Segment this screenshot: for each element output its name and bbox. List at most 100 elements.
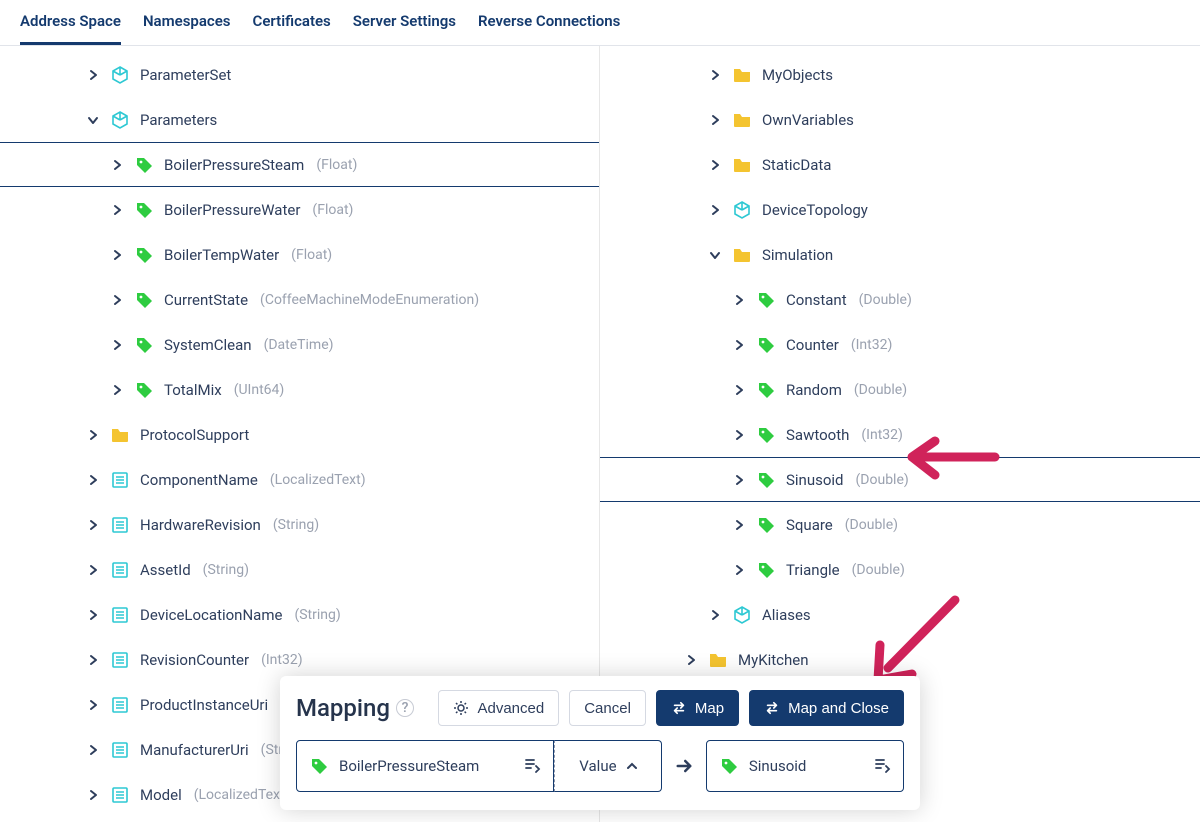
chevron-right-icon[interactable] <box>732 474 746 486</box>
node-name: BoilerPressureWater <box>164 201 300 219</box>
folder-icon <box>110 425 130 445</box>
chevron-right-icon[interactable] <box>86 789 100 801</box>
chevron-down-icon[interactable] <box>708 249 722 261</box>
tree-row[interactable]: TotalMix (UInt64) <box>0 367 599 412</box>
tree-row[interactable]: SystemClean (DateTime) <box>0 322 599 367</box>
edit-icon[interactable] <box>523 755 541 777</box>
tree-row[interactable]: StaticData <box>600 142 1200 187</box>
tree-row[interactable]: ParameterSet <box>0 52 599 97</box>
node-name: DeviceLocationName <box>140 606 282 624</box>
tree-row[interactable]: BoilerTempWater (Float) <box>0 232 599 277</box>
folder-icon <box>708 650 728 670</box>
tree-row[interactable]: DeviceLocationName (String) <box>0 592 599 637</box>
edit-icon[interactable] <box>873 755 891 777</box>
node-type: (String) <box>203 562 249 578</box>
node-type: (CoffeeMachineModeEnumeration) <box>260 292 479 308</box>
cube-icon <box>110 65 130 85</box>
tree-row[interactable]: Sinusoid (Double) <box>600 457 1200 502</box>
tree-row[interactable]: CurrentState (CoffeeMachineModeEnumerati… <box>0 277 599 322</box>
tree-row[interactable]: BoilerPressureSteam (Float) <box>0 142 599 187</box>
tree-row[interactable]: ProtocolSupport <box>0 412 599 457</box>
tree-row[interactable]: Aliases <box>600 592 1200 637</box>
chevron-right-icon[interactable] <box>732 384 746 396</box>
node-name: RevisionCounter <box>140 651 249 669</box>
tab-certificates[interactable]: Certificates <box>253 0 331 45</box>
tree-row[interactable]: Triangle (Double) <box>600 547 1200 592</box>
tree-row[interactable]: Simulation <box>600 232 1200 277</box>
tab-reverse-connections[interactable]: Reverse Connections <box>478 0 620 45</box>
chevron-right-icon[interactable] <box>86 744 100 756</box>
tree-row[interactable]: Sawtooth (Int32) <box>600 412 1200 457</box>
tab-namespaces[interactable]: Namespaces <box>143 0 231 45</box>
chevron-right-icon[interactable] <box>86 429 100 441</box>
chevron-right-icon[interactable] <box>708 204 722 216</box>
node-name: OwnVariables <box>762 111 854 129</box>
map-button[interactable]: Map <box>656 690 739 726</box>
arrow-icon <box>662 756 706 776</box>
tree-row[interactable]: ComponentName (LocalizedText) <box>0 457 599 502</box>
tree-row[interactable]: Constant (Double) <box>600 277 1200 322</box>
tree-row[interactable]: BoilerPressureWater (Float) <box>0 187 599 232</box>
node-type: (Double) <box>859 292 912 308</box>
mapping-source-chip[interactable]: BoilerPressureSteam <box>296 740 554 792</box>
node-name: SystemClean <box>164 336 252 354</box>
node-name: MyKitchen <box>738 651 809 669</box>
chevron-right-icon[interactable] <box>86 69 100 81</box>
node-type: (String) <box>273 517 319 533</box>
chevron-right-icon[interactable] <box>86 564 100 576</box>
var-icon <box>110 650 130 670</box>
chevron-right-icon[interactable] <box>86 654 100 666</box>
tree-row[interactable]: AssetId (String) <box>0 547 599 592</box>
tree-row[interactable]: OwnVariables <box>600 97 1200 142</box>
chevron-right-icon[interactable] <box>732 519 746 531</box>
chevron-right-icon[interactable] <box>732 429 746 441</box>
chevron-right-icon[interactable] <box>732 564 746 576</box>
tree-row[interactable]: Square (Double) <box>600 502 1200 547</box>
tag-icon <box>134 290 154 310</box>
node-name: MyObjects <box>762 66 833 84</box>
tabs-bar: Address Space Namespaces Certificates Se… <box>0 0 1200 46</box>
tree-row[interactable]: Random (Double) <box>600 367 1200 412</box>
mapping-value-select[interactable]: Value <box>554 740 663 792</box>
tag-icon <box>756 470 776 490</box>
tag-icon <box>756 560 776 580</box>
node-name: BoilerPressureSteam <box>164 156 304 174</box>
chevron-down-icon[interactable] <box>86 114 100 126</box>
help-icon[interactable]: ? <box>396 699 414 717</box>
chevron-right-icon[interactable] <box>708 159 722 171</box>
chevron-right-icon[interactable] <box>110 204 124 216</box>
tab-address-space[interactable]: Address Space <box>20 0 121 45</box>
tree-row[interactable]: HardwareRevision (String) <box>0 502 599 547</box>
chevron-right-icon[interactable] <box>684 654 698 666</box>
tree-row[interactable]: Counter (Int32) <box>600 322 1200 367</box>
chevron-right-icon[interactable] <box>708 69 722 81</box>
chevron-right-icon[interactable] <box>110 159 124 171</box>
chevron-right-icon[interactable] <box>708 114 722 126</box>
tag-icon <box>309 756 329 776</box>
advanced-button[interactable]: Advanced <box>438 690 559 726</box>
folder-icon <box>732 65 752 85</box>
map-and-close-button[interactable]: Map and Close <box>749 690 904 726</box>
chevron-right-icon[interactable] <box>110 249 124 261</box>
chevron-right-icon[interactable] <box>86 474 100 486</box>
tree-row[interactable]: MyObjects <box>600 52 1200 97</box>
chevron-right-icon[interactable] <box>110 339 124 351</box>
tag-icon <box>134 245 154 265</box>
chevron-right-icon[interactable] <box>708 609 722 621</box>
chevron-right-icon[interactable] <box>110 294 124 306</box>
chevron-right-icon[interactable] <box>732 294 746 306</box>
chevron-right-icon[interactable] <box>86 699 100 711</box>
node-name: ManufacturerUri <box>140 741 249 759</box>
mapping-target-chip[interactable]: Sinusoid <box>706 740 904 792</box>
node-type: (Float) <box>312 202 353 218</box>
chevron-right-icon[interactable] <box>110 384 124 396</box>
chevron-right-icon[interactable] <box>86 609 100 621</box>
chevron-right-icon[interactable] <box>86 519 100 531</box>
tab-server-settings[interactable]: Server Settings <box>353 0 456 45</box>
cancel-button[interactable]: Cancel <box>569 690 646 726</box>
tree-row[interactable]: DeviceTopology <box>600 187 1200 232</box>
node-type: (Int32) <box>861 427 903 443</box>
swap-icon <box>764 700 780 716</box>
tree-row[interactable]: Parameters <box>0 97 599 142</box>
chevron-right-icon[interactable] <box>732 339 746 351</box>
